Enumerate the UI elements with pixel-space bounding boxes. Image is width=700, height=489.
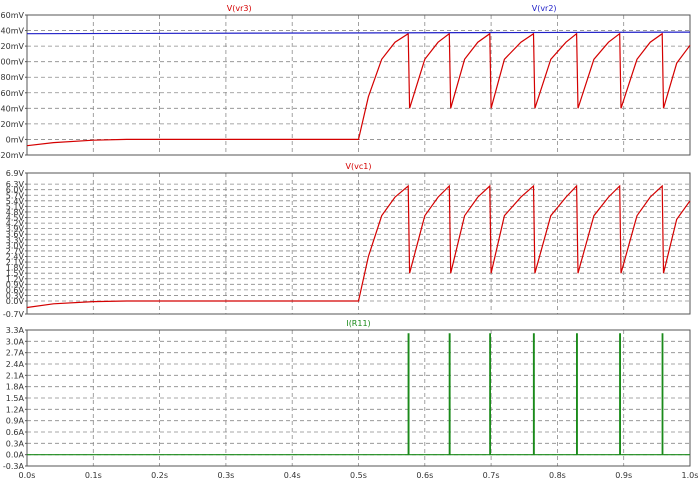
series-label-v-vr2-: V(vr2) (532, 4, 557, 13)
pane0-ytick-label: 40mV (1, 104, 25, 113)
waveform-plot-svg: -20mV 0mV 20mV 40mV 60mV 80mV 100mV 120mV 140mV 1… (0, 4, 699, 480)
xtick-label: 0.6s (416, 471, 433, 480)
waveform-plot-window: -20mV 0mV 20mV 40mV 60mV 80mV 100mV 120mV 140mV 1… (0, 0, 700, 485)
pane1-ytick-label: 6.3V (6, 180, 25, 189)
series-label-v-vr3-: V(vr3) (227, 4, 252, 13)
pane2-ytick-label: 2.1A (6, 371, 25, 380)
pane2-ytick-label: 1.8A (6, 383, 25, 392)
pane1-ytick-label: 6.9V (6, 169, 25, 178)
xtick-label: 0.4s (284, 471, 301, 480)
pane0-ytick-label: 160mV (0, 11, 25, 20)
xtick-label: 0.3s (217, 471, 234, 480)
pane0-ytick-label: 100mV (0, 58, 25, 67)
pane2-ytick-label: 2.4A (6, 360, 25, 369)
series-line-v-vr2- (26, 31, 691, 35)
xtick-label: 0.2s (151, 471, 168, 480)
pane2-ytick-label: 0.6A (6, 428, 25, 437)
xtick-label: 0.9s (615, 471, 632, 480)
xtick-label: 0.8s (549, 471, 566, 480)
xtick-label: 1.0s (682, 471, 699, 480)
pane2-ytick-label: 2.7A (6, 349, 25, 358)
pane1-ytick-label: -0.7V (3, 310, 25, 319)
pane0-ytick-label: 140mV (0, 27, 25, 36)
pane2-ytick-label: -0.3A (3, 462, 25, 471)
xtick-label: 0.0s (19, 471, 36, 480)
pane2-ytick-label: 0.0A (6, 451, 25, 460)
pane0-ytick-label: 20mV (1, 120, 25, 129)
pane2-ytick-label: 3.0A (6, 337, 25, 346)
pane0-ytick-label: 0mV (6, 135, 25, 144)
pane0-ytick-label: 120mV (0, 42, 25, 51)
xtick-label: 0.7s (483, 471, 500, 480)
pane2-ytick-label: 0.3A (6, 439, 25, 448)
series-label-i-r11-: I(R11) (346, 319, 370, 328)
pane0-ytick-label: -20mV (0, 151, 25, 160)
pane2-ytick-label: 3.3A (6, 326, 25, 335)
pane2-ytick-label: 0.9A (6, 417, 25, 426)
pane2-ytick-label: 1.2A (6, 405, 25, 414)
xtick-label: 0.5s (350, 471, 367, 480)
pane0-ytick-label: 60mV (1, 89, 25, 98)
pane0-ytick-label: 80mV (1, 73, 25, 82)
xtick-label: 0.1s (85, 471, 102, 480)
pane2-ytick-label: 1.5A (6, 394, 25, 403)
series-label-v-vc1-: V(vc1) (346, 162, 372, 171)
